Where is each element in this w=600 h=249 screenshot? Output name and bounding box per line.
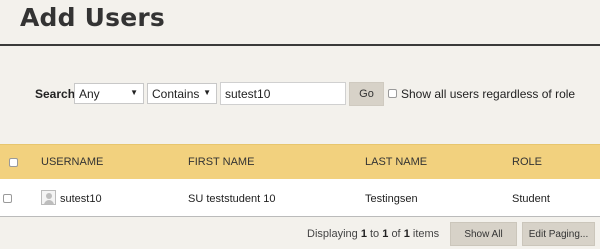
paging-total: 1 [403, 228, 410, 240]
paging-status: Displaying 1 to 1 of 1 items [307, 228, 439, 240]
chevron-down-icon: ▼ [203, 88, 211, 97]
cell-role: Student [512, 193, 550, 205]
row-checkbox[interactable] [3, 194, 12, 203]
search-label: Search: [35, 87, 80, 101]
paging-of-text: of [391, 228, 401, 240]
column-header-last-name[interactable]: LAST NAME [365, 156, 427, 168]
page-title: Add Users [20, 3, 165, 32]
table-header: USERNAME FIRST NAME LAST NAME ROLE [0, 144, 600, 179]
paging-to-text: to [370, 228, 380, 240]
paging-end: 1 [382, 228, 389, 240]
search-input[interactable]: sutest10 [220, 82, 346, 105]
select-all-checkbox[interactable] [9, 158, 18, 167]
search-field-value: Any [79, 87, 100, 101]
go-button[interactable]: Go [349, 82, 384, 106]
paging-items-text: items [412, 228, 440, 240]
show-all-users-label: Show all users regardless of role [401, 87, 576, 101]
table-footer: Displaying 1 to 1 of 1 items Show All Ed… [0, 218, 600, 249]
edit-paging-button[interactable]: Edit Paging... [522, 222, 595, 246]
paging-displaying-text: Displaying [307, 228, 358, 240]
search-field-select[interactable]: Any ▼ [74, 83, 144, 104]
column-header-username[interactable]: USERNAME [41, 156, 103, 168]
cell-first-name: SU teststudent 10 [188, 193, 276, 205]
show-all-users-checkbox[interactable] [388, 89, 397, 98]
cell-last-name: Testingsen [365, 193, 418, 205]
paging-start: 1 [360, 228, 367, 240]
chevron-down-icon: ▼ [130, 88, 138, 97]
column-header-role[interactable]: ROLE [512, 156, 542, 168]
cell-username: sutest10 [60, 193, 102, 205]
search-bar: Search: Any ▼ Contains ▼ sutest10 Go Sho… [0, 46, 600, 144]
user-avatar-icon [41, 190, 56, 205]
search-operator-select[interactable]: Contains ▼ [147, 83, 217, 104]
search-operator-value: Contains [152, 87, 200, 101]
column-header-first-name[interactable]: FIRST NAME [188, 156, 254, 168]
table-row: sutest10 SU teststudent 10 Testingsen St… [0, 179, 600, 217]
show-all-button[interactable]: Show All [450, 222, 517, 246]
